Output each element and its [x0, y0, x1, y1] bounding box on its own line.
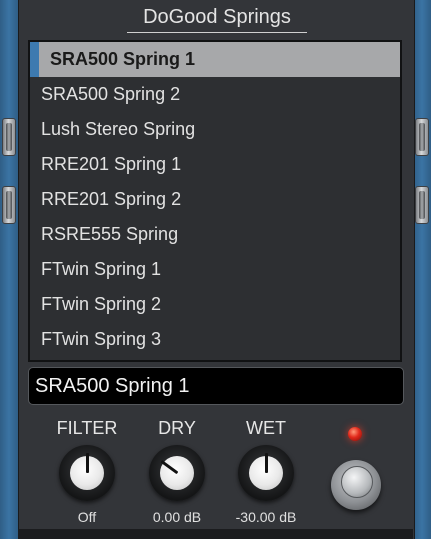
footswitch-cap [341, 466, 373, 498]
output-jack-icon [415, 186, 429, 224]
preset-list-item[interactable]: RRE201 Spring 2 [30, 182, 400, 217]
current-preset-display[interactable]: SRA500 Spring 1 [28, 367, 404, 405]
preset-list-item[interactable]: FTwin Spring 1 [30, 252, 400, 287]
preset-list-item[interactable]: FTwin Spring 3 [30, 322, 400, 357]
wet-label: WET [246, 418, 286, 438]
preset-list[interactable]: SRA500 Spring 1 SRA500 Spring 2 Lush Ste… [28, 40, 402, 362]
knob-pointer [86, 453, 89, 473]
wet-control: WET -30.00 dB [226, 417, 306, 525]
enclosure-left-edge [0, 0, 18, 539]
enclosure-right-edge [413, 0, 431, 539]
preset-list-item[interactable]: SRA500 Spring 2 [30, 77, 400, 112]
dry-label: DRY [158, 418, 196, 438]
output-jack-icon [415, 118, 429, 156]
bypass-footswitch[interactable] [331, 454, 381, 510]
input-jack-icon [2, 118, 16, 156]
preset-list-item[interactable]: RRE201 Spring 1 [30, 147, 400, 182]
pedal-plugin-window: DoGood Springs SRA500 Spring 1 SRA500 Sp… [0, 0, 431, 539]
preset-list-item[interactable]: FTwin Spring 2 [30, 287, 400, 322]
dry-value: 0.00 dB [152, 509, 202, 525]
dry-control: DRY 0.00 dB [137, 417, 217, 525]
input-jack-icon [2, 186, 16, 224]
preset-list-item[interactable]: SRA500 Spring 1 [30, 42, 400, 77]
filter-knob[interactable] [59, 445, 115, 501]
knob-pointer [265, 453, 268, 473]
wet-value: -30.00 dB [235, 509, 297, 525]
wet-knob[interactable] [238, 445, 294, 501]
dry-knob[interactable] [149, 445, 205, 501]
preset-list-item[interactable]: Lush Stereo Spring [30, 112, 400, 147]
filter-value: Off [77, 509, 97, 525]
bypass-led-icon [348, 427, 362, 441]
filter-control: FILTER Off [47, 417, 127, 525]
plugin-title: DoGood Springs [127, 6, 307, 33]
panel-bottom-bar [18, 529, 413, 539]
filter-label: FILTER [56, 418, 118, 438]
preset-list-item[interactable]: RSRE555 Spring [30, 217, 400, 252]
